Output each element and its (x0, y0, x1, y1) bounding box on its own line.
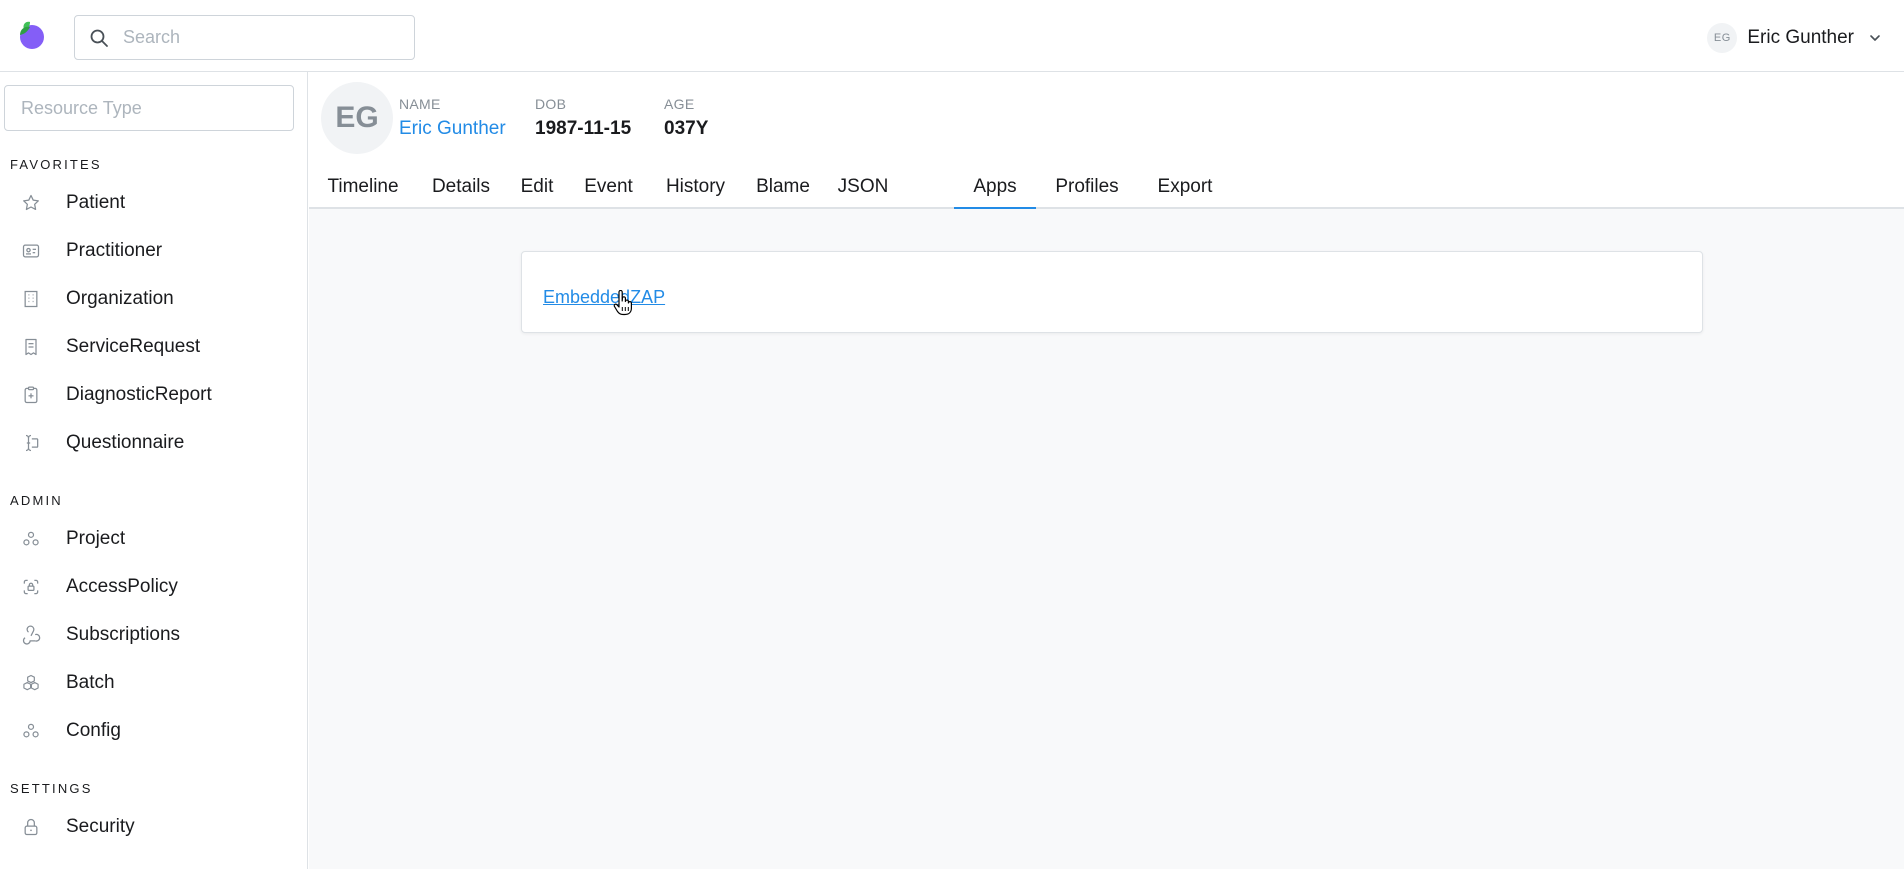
patient-avatar: EG (321, 82, 393, 154)
patient-age-label: AGE (664, 96, 695, 112)
sidebar-item-label: DiagnosticReport (66, 384, 212, 405)
patient-age-field: AGE 037Y (664, 96, 708, 140)
sidebar-item-questionnaire[interactable]: Questionnaire (10, 423, 298, 463)
lock-access-icon (20, 576, 42, 598)
tab-profiles[interactable]: Profiles (1036, 168, 1138, 209)
webhook-icon (20, 624, 42, 646)
patient-name-link[interactable]: Eric Gunther (399, 118, 506, 140)
tab-details[interactable]: Details (417, 168, 505, 209)
patient-name-field: NAME Eric Gunther (399, 96, 506, 140)
app-logo[interactable] (16, 18, 46, 50)
receipt-icon (20, 336, 42, 358)
boxes-icon (20, 672, 42, 694)
patient-dob-label: DOB (535, 96, 567, 112)
forms-icon (20, 432, 42, 454)
sidebar-item-label: AccessPolicy (66, 576, 178, 597)
tab-apps[interactable]: Apps (954, 168, 1036, 209)
sidebar-item-label: Batch (66, 672, 115, 693)
sidebar-item-patient[interactable]: Patient (10, 183, 298, 223)
patient-age-value: 037Y (664, 118, 709, 139)
app-header: Search EG Eric Gunther (0, 0, 1904, 72)
sidebar-item-accesspolicy[interactable]: AccessPolicy (10, 567, 298, 607)
app-link-embeddedzap[interactable]: EmbeddedZAP (543, 287, 665, 308)
patient-dob-value: 1987-11-15 (535, 118, 632, 139)
building-icon (20, 288, 42, 310)
main-content: EG NAME Eric Gunther DOB 1987-11-15 AGE … (309, 72, 1904, 869)
tab-event[interactable]: Event (569, 168, 648, 209)
user-avatar: EG (1707, 23, 1738, 53)
tab-timeline[interactable]: Timeline (309, 168, 417, 209)
chevron-down-icon (1870, 35, 1880, 41)
search-icon (90, 29, 108, 47)
resource-type-input[interactable]: Resource Type (4, 85, 294, 131)
sidebar-item-label: Practitioner (66, 240, 163, 261)
sidebar-item-subscriptions[interactable]: Subscriptions (10, 615, 298, 655)
search-input[interactable]: Search (74, 15, 415, 60)
patient-name-label: NAME (399, 96, 441, 112)
apps-card: EmbeddedZAP (521, 251, 1703, 333)
sidebar-item-label: Organization (66, 288, 174, 309)
sidebar-item-label: Project (66, 528, 126, 549)
sidebar: Resource Type FAVORITES Patient Practiti… (0, 72, 308, 869)
user-name: Eric Gunther (1747, 27, 1854, 48)
sidebar-item-organization[interactable]: Organization (10, 279, 298, 319)
tab-blame[interactable]: Blame (743, 168, 823, 209)
sidebar-item-practitioner[interactable]: Practitioner (10, 231, 298, 271)
sidebar-item-label: Questionnaire (66, 432, 185, 453)
tab-json[interactable]: JSON (823, 168, 903, 209)
sidebar-item-config[interactable]: Config (10, 711, 298, 751)
sidebar-item-project[interactable]: Project (10, 519, 298, 559)
resource-type-placeholder: Resource Type (21, 97, 142, 118)
sidebar-item-security[interactable]: Security (10, 807, 298, 847)
id-badge-icon (20, 240, 42, 262)
sidebar-item-servicerequest[interactable]: ServiceRequest (10, 327, 298, 367)
brand-asana-icon (20, 720, 42, 742)
sidebar-item-label: Subscriptions (66, 624, 181, 645)
favorites-section-title: FAVORITES (10, 157, 102, 172)
sidebar-item-label: Patient (66, 192, 126, 213)
sidebar-item-label: ServiceRequest (66, 336, 201, 357)
sidebar-item-batch[interactable]: Batch (10, 663, 298, 703)
admin-section-title: ADMIN (10, 493, 63, 508)
star-icon (20, 192, 42, 214)
search-placeholder: Search (123, 27, 181, 47)
sidebar-item-diagnosticreport[interactable]: DiagnosticReport (10, 375, 298, 415)
tab-history[interactable]: History (648, 168, 743, 209)
report-medical-icon (20, 384, 42, 406)
user-menu[interactable]: EG Eric Gunther (1707, 22, 1882, 54)
settings-section-title: SETTINGS (10, 781, 93, 796)
lock-icon (20, 816, 42, 838)
sidebar-item-label: Config (66, 720, 121, 741)
sidebar-item-label: Security (66, 816, 135, 837)
patient-header: EG NAME Eric Gunther DOB 1987-11-15 AGE … (309, 72, 1904, 209)
patient-dob-field: DOB 1987-11-15 (535, 96, 631, 140)
tab-export[interactable]: Export (1138, 168, 1232, 209)
brand-asana-icon (20, 528, 42, 550)
tab-edit[interactable]: Edit (505, 168, 569, 209)
hand-cursor-icon (613, 290, 632, 316)
